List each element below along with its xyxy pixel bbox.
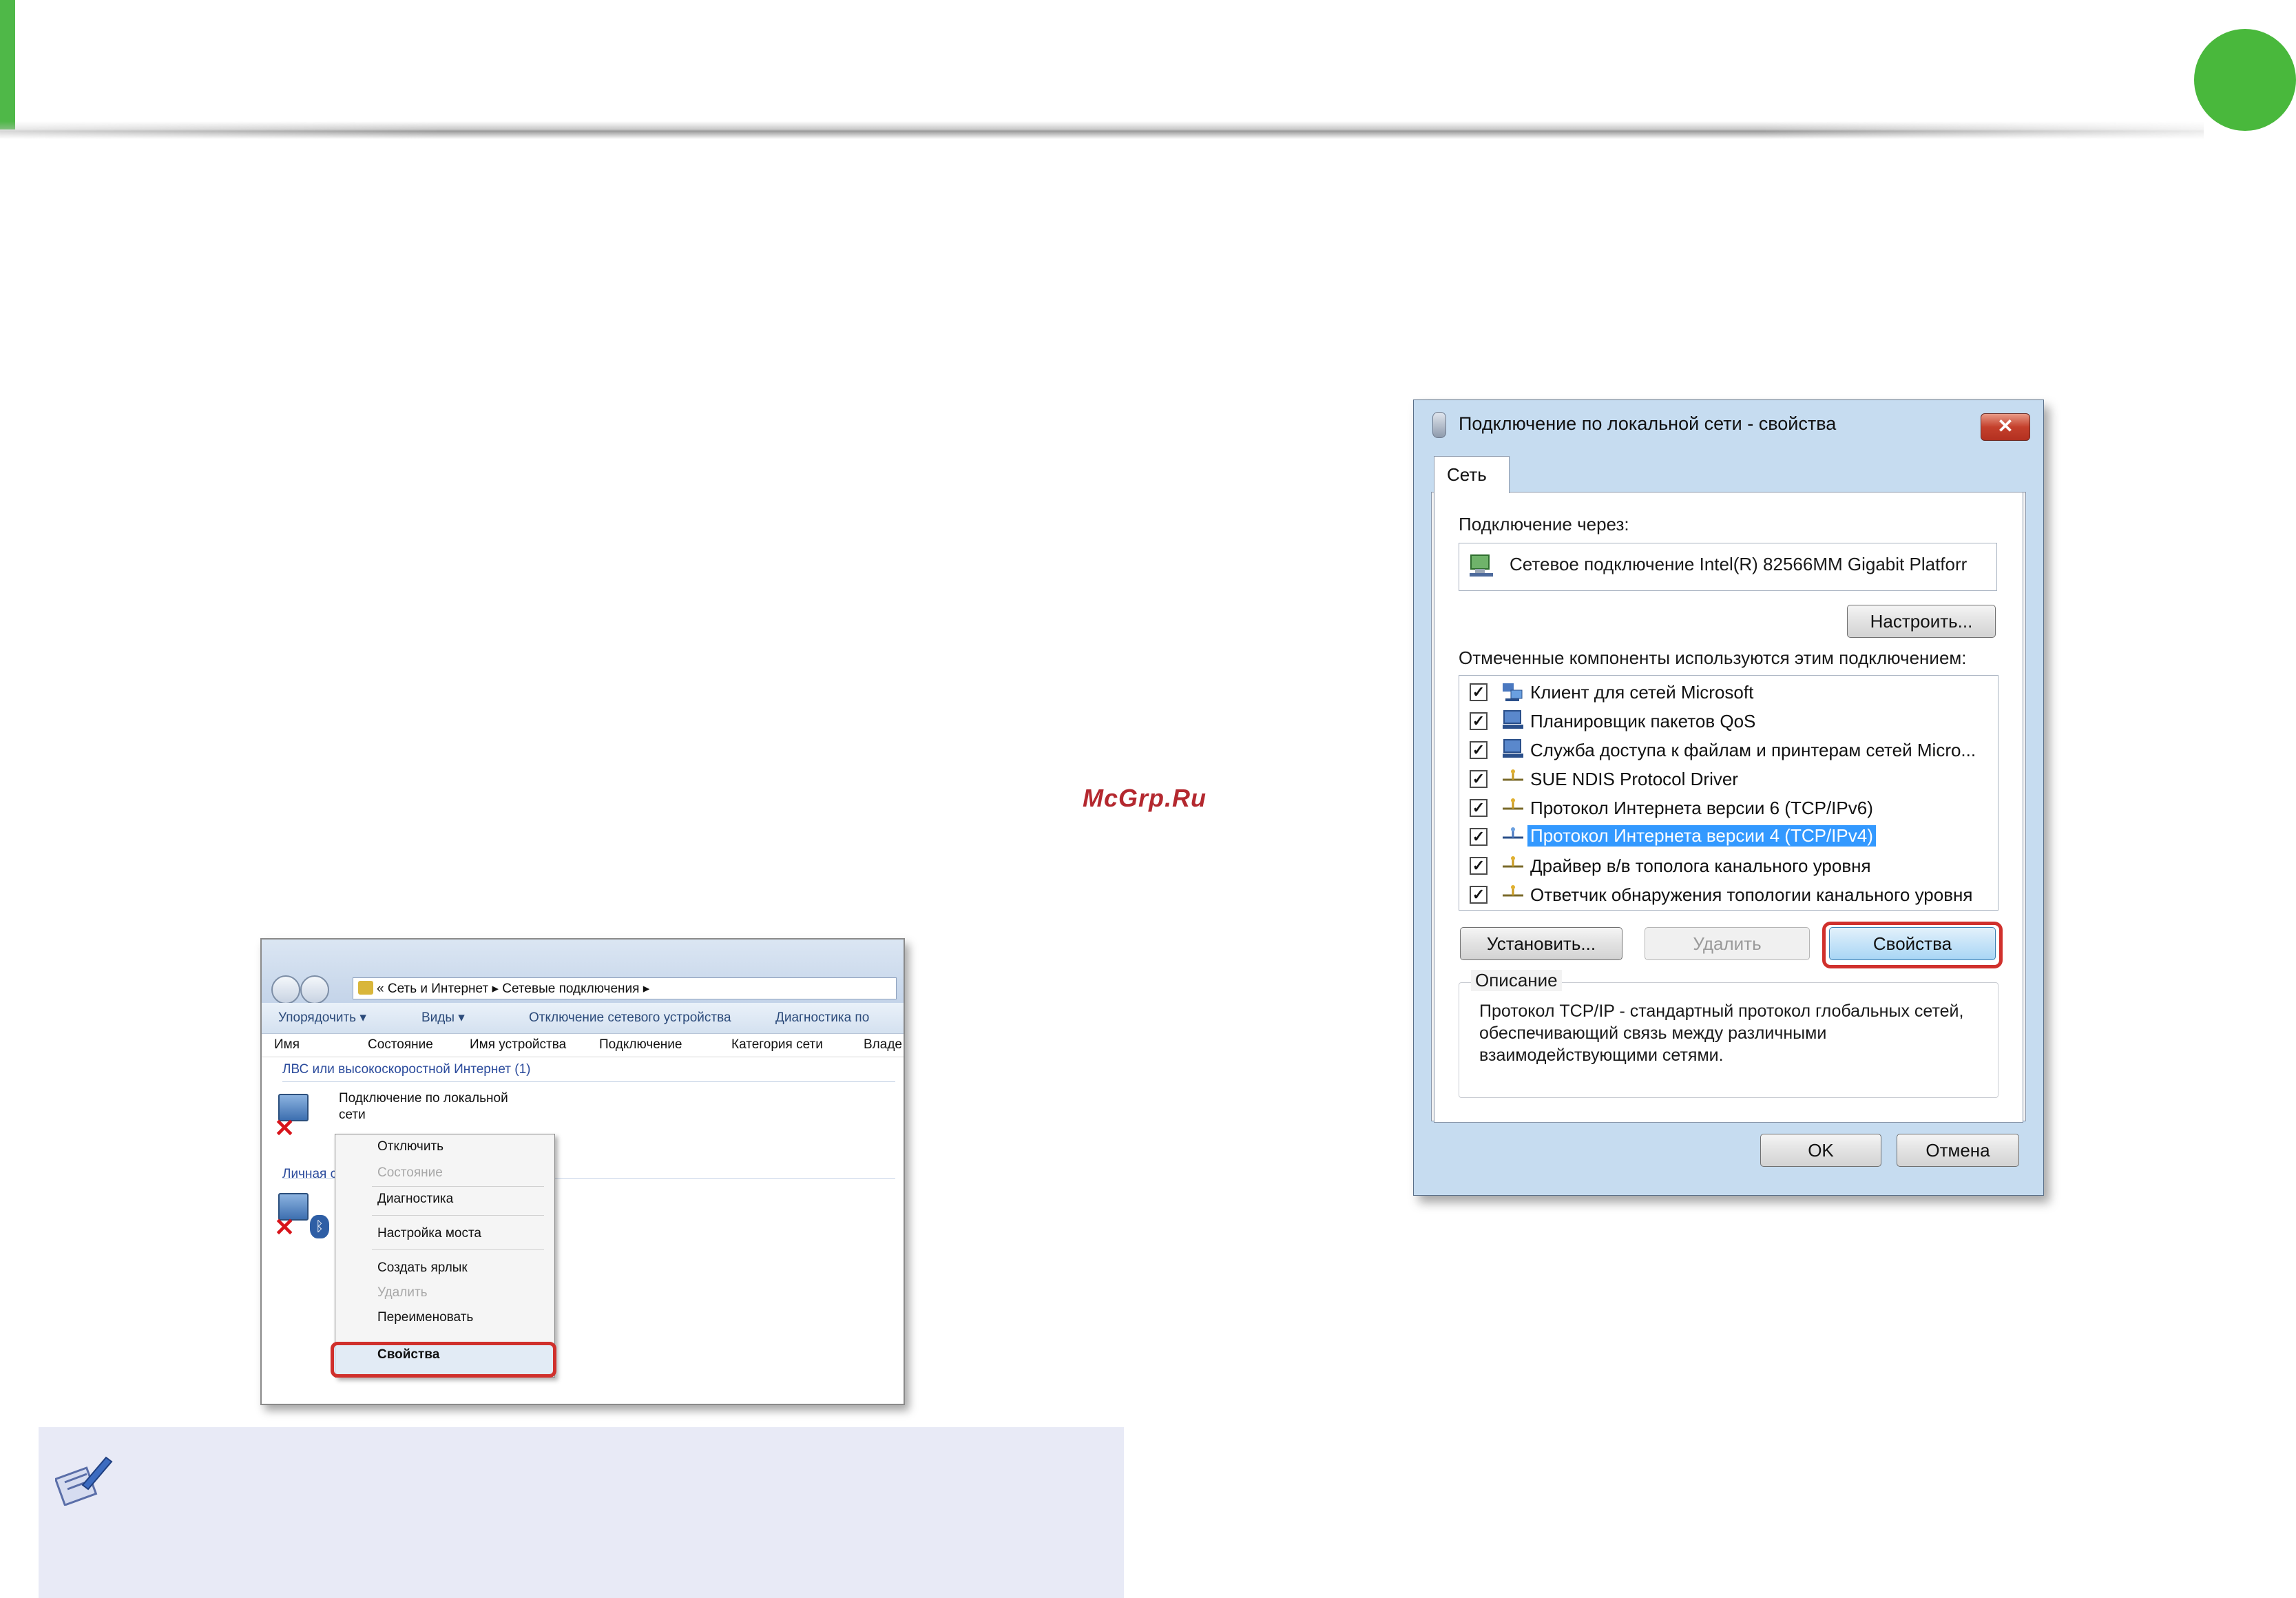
component-checkbox[interactable]: ✓ (1470, 857, 1488, 875)
component-label[interactable]: Протокол Интернета версии 6 (TCP/IPv6) (1530, 798, 1873, 819)
adapter-name: Сетевое подключение Intel(R) 82566MM Gig… (1510, 554, 1968, 574)
component-label-selected[interactable]: Протокол Интернета версии 4 (TCP/IPv4) (1527, 825, 1876, 847)
component-checkbox[interactable]: ✓ (1470, 741, 1488, 759)
components-label: Отмеченные компоненты используются этим … (1459, 647, 1967, 668)
diagnose-button[interactable]: Диагностика по (775, 1003, 869, 1033)
menu-item-diagnose[interactable]: Диагностика (377, 1192, 453, 1207)
properties-highlight (331, 1342, 556, 1378)
back-button[interactable] (271, 975, 300, 1004)
configure-button[interactable]: Настроить... (1847, 605, 1996, 638)
component-label[interactable]: Драйвер в/в тополога канального уровня (1530, 855, 1871, 877)
component-label[interactable]: Служба доступа к файлам и принтерам сете… (1530, 740, 1976, 761)
description-label: Описание (1471, 970, 1562, 991)
cancel-button[interactable]: Отмена (1897, 1134, 2019, 1167)
component-checkbox[interactable]: ✓ (1470, 828, 1488, 846)
menu-item-bridge[interactable]: Настройка моста (377, 1226, 481, 1241)
description-text: Протокол TCP/IP - стандартный протокол г… (1479, 1002, 1964, 1065)
component-checkbox[interactable]: ✓ (1470, 770, 1488, 788)
connection-name-line2: сети (339, 1108, 366, 1122)
install-button[interactable]: Установить... (1460, 927, 1622, 960)
dialog-title: Подключение по локальной сети - свойства (1459, 413, 1837, 434)
context-menu (335, 1134, 555, 1378)
component-checkbox[interactable]: ✓ (1470, 886, 1488, 904)
menu-item-rename[interactable]: Переименовать (377, 1310, 473, 1325)
bluetooth-icon: ᛒ (310, 1215, 329, 1238)
close-button[interactable]: ✕ (1981, 413, 2030, 441)
tab-network[interactable]: Сеть (1434, 456, 1510, 493)
menu-separator (372, 1249, 544, 1250)
column-headers: Имя Состояние Имя устройства Подключение… (262, 1033, 904, 1057)
explorer-toolbar: Упорядочить ▾ Виды ▾ Отключение сетевого… (262, 1003, 904, 1034)
section-accent-bar (0, 0, 15, 129)
protocol-icon (1503, 885, 1523, 897)
watermark: McGrp.Ru (1083, 784, 1207, 812)
column-header-name[interactable]: Имя (274, 1033, 300, 1057)
menu-item-disconnect[interactable]: Отключить (377, 1139, 443, 1154)
menu-item-properties[interactable]: Свойства (377, 1347, 439, 1362)
group-lan-title: ЛВС или высокоскоростной Интернет (1) (282, 1062, 531, 1077)
ok-button[interactable]: OK (1760, 1134, 1881, 1167)
column-header-connection[interactable]: Подключение (599, 1033, 682, 1057)
computer-service-icon (1503, 710, 1523, 729)
connection-name[interactable]: Подключение по локальной (339, 1091, 508, 1106)
group-divider (282, 1081, 895, 1082)
computer-service-icon (1503, 739, 1523, 758)
component-label[interactable]: Планировщик пакетов QoS (1530, 711, 1755, 732)
disable-device-button[interactable]: Отключение сетевого устройства (529, 1003, 731, 1033)
address-bar[interactable]: « Сеть и Интернет ▸ Сетевые подключения … (353, 977, 897, 999)
column-header-status[interactable]: Состояние (368, 1033, 433, 1057)
protocol-icon (1503, 769, 1523, 781)
component-checkbox[interactable]: ✓ (1470, 712, 1488, 730)
organize-button[interactable]: Упорядочить ▾ (278, 1003, 366, 1033)
note-pencil-icon (55, 1456, 113, 1506)
page-badge (2194, 29, 2296, 131)
menu-item-shortcut[interactable]: Создать ярлык (377, 1260, 468, 1276)
menu-item-status: Состояние (377, 1165, 443, 1180)
protocol-icon (1503, 827, 1523, 839)
folder-icon (358, 981, 373, 995)
group-personal-title: Личная с (282, 1167, 337, 1181)
component-checkbox[interactable]: ✓ (1470, 799, 1488, 817)
uninstall-button: Удалить (1645, 927, 1810, 960)
column-header-category[interactable]: Категория сети (731, 1033, 823, 1057)
properties-button-highlight (1822, 922, 2003, 968)
note-box (39, 1427, 1124, 1598)
protocol-icon (1503, 798, 1523, 810)
network-adapter-icon (1470, 554, 1493, 577)
menu-item-delete: Удалить (377, 1285, 428, 1300)
column-header-device[interactable]: Имя устройства (470, 1033, 566, 1057)
forward-button[interactable] (300, 975, 329, 1004)
disconnected-icon: ✕ (274, 1114, 295, 1142)
header-divider (0, 121, 2204, 139)
network-connection-icon (1432, 412, 1446, 438)
views-button[interactable]: Виды ▾ (421, 1003, 465, 1033)
menu-separator (372, 1215, 544, 1216)
component-label[interactable]: Клиент для сетей Microsoft (1530, 682, 1753, 703)
connect-using-label: Подключение через: (1459, 514, 1629, 535)
disconnected-icon: ✕ (274, 1213, 295, 1241)
component-label[interactable]: Ответчик обнаружения топологии канальног… (1530, 884, 1972, 906)
component-label[interactable]: SUE NDIS Protocol Driver (1530, 769, 1738, 790)
protocol-icon (1503, 856, 1523, 868)
column-header-owner[interactable]: Владе (864, 1033, 902, 1057)
component-checkbox[interactable]: ✓ (1470, 683, 1488, 701)
menu-separator (372, 1186, 544, 1187)
network-client-icon (1503, 683, 1523, 701)
